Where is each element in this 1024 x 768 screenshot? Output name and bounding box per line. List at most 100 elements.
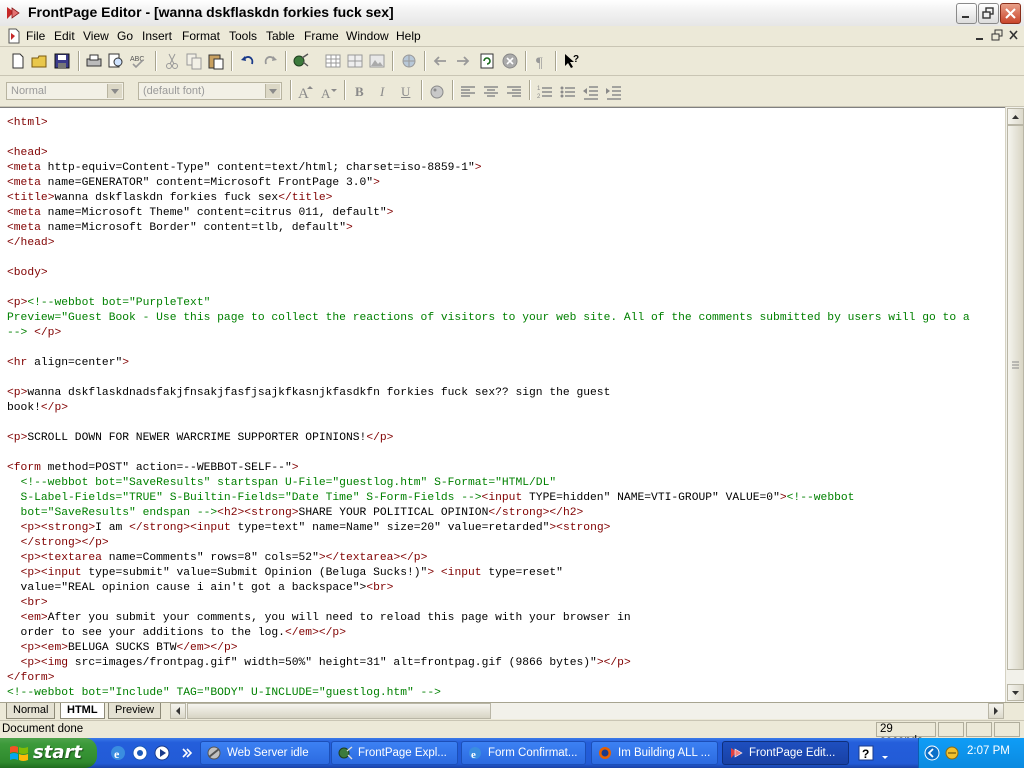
task-frontpage-explorer[interactable]: FrontPage Expl... <box>331 741 458 765</box>
doc-minimize-icon[interactable] <box>973 29 987 42</box>
code-line[interactable]: <!--webbot bot="Include" TAG="BODY" U-IN… <box>7 686 970 701</box>
scroll-left-button[interactable] <box>170 703 186 719</box>
increase-font-icon[interactable]: A <box>297 83 315 101</box>
task-form-confirmation[interactable]: e Form Confirmat... <box>461 741 586 765</box>
back-icon[interactable] <box>431 52 449 70</box>
ie-icon[interactable]: e <box>109 744 127 762</box>
code-line[interactable]: <head> <box>7 146 970 161</box>
outlook-express-icon[interactable] <box>131 744 149 762</box>
menu-help[interactable]: Help <box>396 29 421 43</box>
code-line[interactable]: <p><!--webbot bot="PurpleText" <box>7 296 970 311</box>
refresh-icon[interactable] <box>478 52 496 70</box>
code-line[interactable] <box>7 251 970 266</box>
show-all-icon[interactable]: ¶ <box>532 52 550 70</box>
tab-preview[interactable]: Preview <box>108 703 162 719</box>
code-line[interactable]: <meta name=Microsoft Border" content=tlb… <box>7 221 970 236</box>
numbered-list-icon[interactable]: 12 <box>536 83 554 101</box>
menu-frame[interactable]: Frame <box>304 29 339 43</box>
stop-icon[interactable] <box>501 52 519 70</box>
print-icon[interactable] <box>85 52 103 70</box>
underline-button[interactable]: U <box>401 84 410 100</box>
table-grid-icon[interactable] <box>346 52 364 70</box>
menu-view[interactable]: View <box>83 29 109 43</box>
code-line[interactable]: <form method=POST" action=--WEBBOT-SELF-… <box>7 461 970 476</box>
media-player-icon[interactable] <box>153 744 171 762</box>
code-line[interactable]: order to see your additions to the log.<… <box>7 626 970 641</box>
code-line[interactable]: </strong></p> <box>7 536 970 551</box>
tab-normal[interactable]: Normal <box>6 703 56 719</box>
code-line[interactable]: S-Label-Fields="TRUE" S-Builtin-Fields="… <box>7 491 970 506</box>
close-button[interactable] <box>1000 3 1021 24</box>
title-bar[interactable]: FrontPage Editor - [wanna dskflaskdn for… <box>0 0 1024 27</box>
scroll-up-button[interactable] <box>1007 108 1024 125</box>
spelling-icon[interactable]: ABC <box>129 52 147 70</box>
task-im-building[interactable]: Im Building ALL ... <box>591 741 718 765</box>
code-line[interactable]: <meta http-equiv=Content-Type" content=t… <box>7 161 970 176</box>
web-component-icon[interactable] <box>292 52 310 70</box>
insert-image-icon[interactable] <box>368 52 386 70</box>
code-line[interactable]: value="REAL opinion cause i ain't got a … <box>7 581 970 596</box>
menu-go[interactable]: Go <box>117 29 133 43</box>
menu-insert[interactable]: Insert <box>142 29 172 43</box>
code-line[interactable]: book!</p> <box>7 401 970 416</box>
doc-close-icon[interactable] <box>1007 29 1021 42</box>
code-line[interactable] <box>7 341 970 356</box>
code-line[interactable]: bot="SaveResults" endspan --><h2><strong… <box>7 506 970 521</box>
align-center-icon[interactable] <box>482 83 500 101</box>
html-editor[interactable]: <html> <head> <meta http-equiv=Content-Ty… <box>0 107 1005 703</box>
tray-app-icon[interactable] <box>944 745 960 761</box>
scroll-down-button[interactable] <box>1007 684 1024 701</box>
code-line[interactable] <box>7 416 970 431</box>
show-more-icon[interactable] <box>178 744 196 762</box>
tray-expand-icon[interactable] <box>924 745 940 761</box>
text-color-icon[interactable] <box>428 83 446 101</box>
code-line[interactable] <box>7 371 970 386</box>
help-icon[interactable]: ? <box>857 744 875 762</box>
document-icon[interactable] <box>6 28 22 44</box>
copy-icon[interactable] <box>185 52 203 70</box>
align-right-icon[interactable] <box>505 83 523 101</box>
code-line[interactable]: </form> <box>7 671 970 686</box>
align-left-icon[interactable] <box>459 83 477 101</box>
doc-restore-icon[interactable] <box>990 29 1004 42</box>
hyperlink-icon[interactable] <box>400 52 418 70</box>
scroll-thumb[interactable] <box>1007 125 1024 670</box>
open-folder-icon[interactable] <box>31 52 49 70</box>
italic-button[interactable]: I <box>380 84 384 100</box>
minimize-button[interactable] <box>956 3 977 24</box>
code-line[interactable]: <br> <box>7 596 970 611</box>
cut-icon[interactable] <box>163 52 181 70</box>
code-line[interactable] <box>7 131 970 146</box>
start-button[interactable]: start <box>0 738 97 768</box>
redo-icon[interactable] <box>261 52 279 70</box>
code-line[interactable]: <p><em>BELUGA SUCKS BTW</em></p> <box>7 641 970 656</box>
horizontal-scrollbar[interactable] <box>170 703 1004 719</box>
code-line[interactable]: <p>wanna dskflaskdnadsfakjfnsakjfasfjsaj… <box>7 386 970 401</box>
task-frontpage-editor[interactable]: FrontPage Edit... <box>722 741 849 765</box>
code-line[interactable]: <!--webbot bot="SaveResults" startspan U… <box>7 476 970 491</box>
decrease-indent-icon[interactable] <box>582 83 600 101</box>
restore-button[interactable] <box>978 3 999 24</box>
undo-icon[interactable] <box>239 52 257 70</box>
code-line[interactable]: <em>After you submit your comments, you … <box>7 611 970 626</box>
menu-table[interactable]: Table <box>266 29 295 43</box>
bullet-list-icon[interactable] <box>559 83 577 101</box>
code-line[interactable]: <p><img src=images/frontpag.gif" width=5… <box>7 656 970 671</box>
bold-button[interactable]: B <box>355 84 364 100</box>
code-line[interactable]: Preview="Guest Book - Use this page to c… <box>7 311 970 326</box>
menu-window[interactable]: Window <box>346 29 389 43</box>
decrease-font-icon[interactable]: A <box>319 83 337 101</box>
menu-edit[interactable]: Edit <box>54 29 75 43</box>
code-line[interactable]: <html> <box>7 116 970 131</box>
insert-table-icon[interactable] <box>324 52 342 70</box>
horizontal-scroll-thumb[interactable] <box>187 703 491 719</box>
more-options-icon[interactable] <box>879 744 891 762</box>
code-line[interactable]: <body> <box>7 266 970 281</box>
code-line[interactable] <box>7 446 970 461</box>
code-line[interactable]: <p>SCROLL DOWN FOR NEWER WARCRIME SUPPOR… <box>7 431 970 446</box>
save-icon[interactable] <box>53 52 71 70</box>
task-web-server[interactable]: Web Server idle <box>200 741 330 765</box>
code-line[interactable]: <title>wanna dskflaskdn forkies fuck sex… <box>7 191 970 206</box>
code-line[interactable]: <hr align=center"> <box>7 356 970 371</box>
menu-file[interactable]: File <box>26 29 45 43</box>
